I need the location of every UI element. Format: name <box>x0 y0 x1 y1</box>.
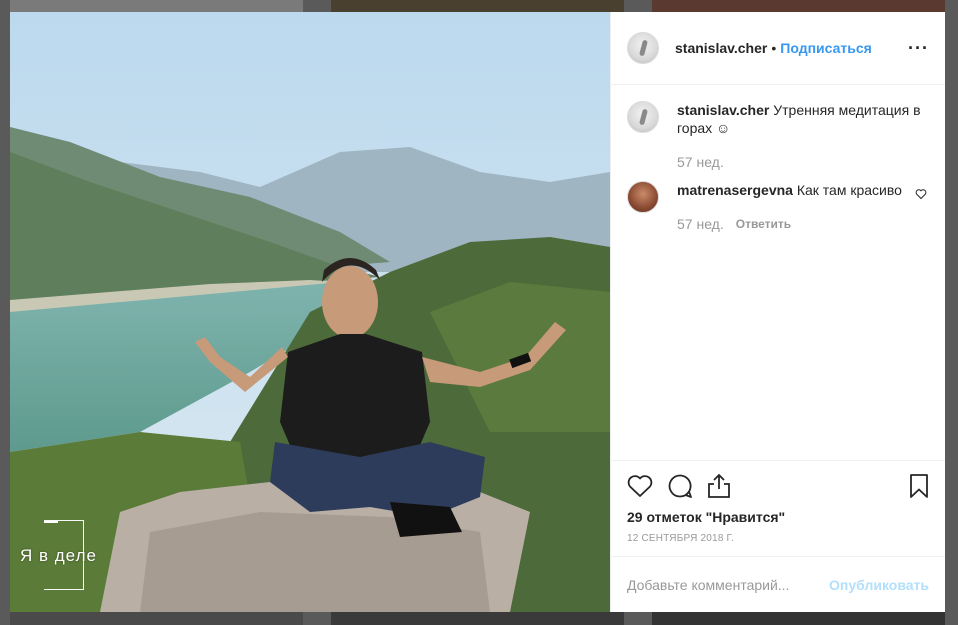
background-tile <box>331 0 624 12</box>
comment-bubble-icon[interactable] <box>667 473 693 499</box>
like-heart-icon[interactable] <box>627 474 653 498</box>
comment-item: matrenasergevna Как там красиво 57 нед. … <box>627 181 929 233</box>
commenter-avatar[interactable] <box>627 181 659 213</box>
likes-count[interactable]: 29 отметок "Нравится" <box>627 509 929 525</box>
comment-body: stanislav.cher Утренняя медитация в гора… <box>677 101 929 171</box>
post-sidebar: stanislav.cher • Подписаться ··· stanisl… <box>610 12 945 612</box>
background-tile <box>331 612 624 625</box>
comment-text: Как там красиво <box>796 182 902 198</box>
comment-item: stanislav.cher Утренняя медитация в гора… <box>627 101 929 171</box>
background-tile <box>10 0 303 12</box>
share-icon[interactable] <box>707 473 731 499</box>
post-modal: Я в деле stanislav.cher • Подписаться ··… <box>10 12 945 612</box>
publish-button[interactable]: Опубликовать <box>829 577 929 593</box>
watermark: Я в деле <box>20 520 130 590</box>
post-actions: 29 отметок "Нравится" 12 СЕНТЯБРЯ 2018 Г… <box>611 460 945 556</box>
comment-username[interactable]: stanislav.cher <box>677 102 769 118</box>
comment-composer: Опубликовать <box>611 556 945 612</box>
post-header: stanislav.cher • Подписаться ··· <box>611 12 945 85</box>
bookmark-icon[interactable] <box>909 473 929 499</box>
follow-button[interactable]: Подписаться <box>780 40 872 56</box>
post-photo[interactable]: Я в деле <box>10 12 610 612</box>
comment-body: matrenasergevna Как там красиво 57 нед. … <box>677 181 907 233</box>
background-tile <box>10 612 303 625</box>
more-options-icon[interactable]: ··· <box>908 38 929 59</box>
comment-meta: 57 нед. <box>677 153 929 171</box>
separator-dot: • <box>771 40 777 56</box>
comment-like-heart-icon[interactable] <box>915 187 929 233</box>
comment-username[interactable]: matrenasergevna <box>677 182 793 198</box>
comment-meta: 57 нед. Ответить <box>677 215 907 233</box>
reply-button[interactable]: Ответить <box>736 215 791 233</box>
post-date: 12 СЕНТЯБРЯ 2018 Г. <box>627 533 734 544</box>
commenter-avatar[interactable] <box>627 101 659 133</box>
action-icons <box>627 473 929 499</box>
comments-list: stanislav.cher Утренняя медитация в гора… <box>611 85 945 460</box>
background-tile <box>652 0 945 12</box>
comment-input[interactable] <box>627 576 830 593</box>
comment-time[interactable]: 57 нед. <box>677 215 724 233</box>
background-tile <box>652 612 945 625</box>
author-username[interactable]: stanislav.cher <box>675 40 767 56</box>
comment-time[interactable]: 57 нед. <box>677 153 724 171</box>
watermark-text: Я в деле <box>20 546 97 565</box>
author-avatar[interactable] <box>627 32 659 64</box>
